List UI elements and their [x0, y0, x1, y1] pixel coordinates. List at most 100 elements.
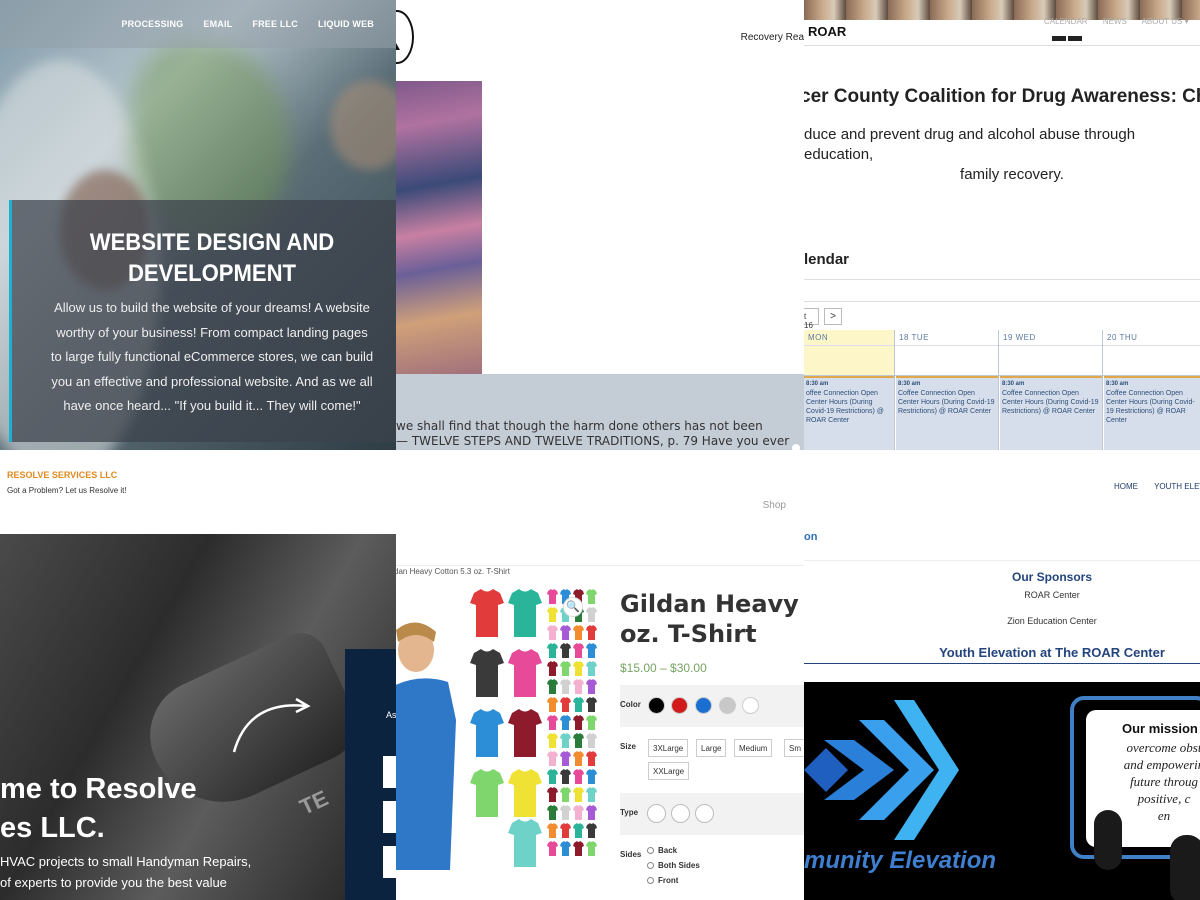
- product-price: $15.00 – $30.00: [620, 661, 707, 675]
- calendar-event[interactable]: 8:30 am Coffee Connection Open Center Ho…: [1000, 376, 1102, 450]
- nav-news[interactable]: NEWS: [1103, 17, 1127, 26]
- panel-web-design: PROCESSING EMAIL FREE LLC LIQUID WEB WEB…: [0, 0, 396, 450]
- nav-free-llc[interactable]: FREE LLC: [252, 19, 298, 29]
- tshirt-swatch-small: [573, 643, 584, 658]
- menu-bars-icon[interactable]: [1052, 28, 1086, 41]
- size-xxlarge[interactable]: XXLarge: [648, 762, 690, 780]
- tshirt-swatch-small: [547, 841, 558, 856]
- type-label: Type: [620, 808, 639, 817]
- tshirt-swatch-small: [547, 733, 558, 748]
- tshirt-swatch-small: [573, 805, 584, 820]
- tshirt-swatch-small: [573, 715, 584, 730]
- tshirt-swatch-small: [586, 787, 597, 802]
- tshirt-swatch-small: [547, 823, 558, 838]
- tshirt-swatch-small: [573, 841, 584, 856]
- nav-liquid-web[interactable]: LIQUID WEB: [318, 19, 374, 29]
- nav-calendar[interactable]: CALENDAR: [1044, 17, 1088, 26]
- tshirt-swatch-small: [573, 751, 584, 766]
- calendar-event[interactable]: 8:30 am offee Connection Open Center Hou…: [804, 376, 894, 450]
- tshirt-swatch-small: [547, 643, 558, 658]
- panel-recovery-site: Recovery Rea we shall find that though t…: [396, 0, 804, 450]
- sides-front-radio[interactable]: Front: [647, 876, 678, 885]
- hand-silhouette: [1094, 810, 1122, 870]
- tshirt-swatch: [508, 589, 542, 637]
- type-tshirt-icon[interactable]: [647, 804, 666, 823]
- calendar-event[interactable]: 8:30 am Coffee Connection Open Center Ho…: [896, 376, 998, 450]
- welcome-heading: me to Resolve es LLC.: [0, 773, 197, 844]
- sides-back-radio[interactable]: Back: [647, 846, 677, 855]
- nav-about[interactable]: ABOUT US ▾: [1142, 17, 1189, 26]
- tshirt-swatch-small: [560, 769, 571, 784]
- type-tank-icon[interactable]: [671, 804, 690, 823]
- page-title: cer County Coalition for Drug Awareness:…: [804, 86, 1200, 107]
- business-name[interactable]: RESOLVE SERVICES LLC: [7, 470, 117, 480]
- sides-label: Sides: [620, 850, 642, 859]
- product-title: Gildan Heavy Co oz. T-Shirt: [620, 590, 804, 648]
- color-swatch-blue[interactable]: [695, 697, 712, 714]
- tshirt-swatch: [470, 769, 504, 817]
- top-nav: PROCESSING EMAIL FREE LLC LIQUID WEB: [0, 0, 396, 48]
- tshirt-swatch-small: [586, 733, 597, 748]
- tshirt-swatch-small: [586, 625, 597, 640]
- tshirt-swatch: [508, 709, 542, 757]
- form-field[interactable]: [383, 756, 396, 788]
- form-label: As: [386, 710, 396, 720]
- nav-email[interactable]: EMAIL: [203, 19, 232, 29]
- tshirt-swatch-small: [586, 643, 597, 658]
- color-swatch-white[interactable]: [742, 697, 759, 714]
- next-week-button[interactable]: >: [824, 308, 842, 325]
- tshirt-swatch-small: [560, 841, 571, 856]
- color-swatch-grey[interactable]: [719, 697, 736, 714]
- nav-youth-elevation[interactable]: YOUTH ELEV: [1154, 482, 1200, 491]
- hand-silhouette: [1170, 835, 1200, 900]
- tagline: Got a Problem? Let us Resolve it!: [7, 486, 127, 495]
- type-longsleeve-icon[interactable]: [695, 804, 714, 823]
- tshirt-swatch-small: [560, 643, 571, 658]
- size-label: Size: [620, 742, 637, 751]
- tshirt-swatch-small: [547, 589, 558, 604]
- panel-resolve-services: RESOLVE SERVICES LLC Got a Problem? Let …: [0, 450, 396, 900]
- tshirt-swatch-small: [547, 607, 558, 622]
- calendar-grid: MON 18 TUE 19 WED 20 THU 8:30 am offee C…: [804, 330, 1200, 450]
- size-medium[interactable]: Medium: [734, 739, 773, 757]
- tshirt-swatch-small: [547, 625, 558, 640]
- tshirt-swatch-small: [586, 697, 597, 712]
- painting-image: [396, 81, 482, 381]
- sides-both-radio[interactable]: Both Sides: [647, 861, 700, 870]
- color-swatch-black[interactable]: [648, 697, 665, 714]
- nav-home[interactable]: HOME: [1114, 482, 1138, 491]
- nav-shop[interactable]: Shop: [763, 500, 786, 511]
- tshirt-swatch-small: [560, 787, 571, 802]
- color-swatch-red[interactable]: [671, 697, 688, 714]
- calendar-event[interactable]: 8:30 am Coffee Connection Open Center Ho…: [1104, 376, 1200, 450]
- tshirt-swatch: [470, 589, 504, 637]
- tshirt-swatch-small: [573, 787, 584, 802]
- tshirt-swatch-small: [586, 769, 597, 784]
- tshirt-swatch-small: [586, 589, 597, 604]
- panel-tshirt-shop: Shop dan Heavy Cotton 5.3 oz. T-Shirt 🔍 …: [396, 450, 804, 900]
- tshirt-swatch-small: [560, 625, 571, 640]
- calendar-heading: lendar: [804, 251, 850, 268]
- site-title-fragment[interactable]: on: [804, 531, 817, 543]
- color-option-row: Color: [620, 685, 804, 727]
- form-field[interactable]: [383, 801, 396, 833]
- form-field[interactable]: [383, 846, 396, 878]
- mission-heading: Our mission: [1122, 721, 1198, 736]
- size-small[interactable]: Sm: [784, 739, 804, 757]
- tshirt-swatch-small: [573, 679, 584, 694]
- tshirt-swatch-small: [547, 769, 558, 784]
- brand-logo[interactable]: ROAR: [808, 24, 846, 39]
- panel-youth-elevation: HOME YOUTH ELEV on Our Sponsors ROAR Cen…: [804, 450, 1200, 900]
- date-picker[interactable]: t 16: [804, 308, 819, 330]
- nav-recovery[interactable]: Recovery Rea: [741, 32, 804, 43]
- size-large[interactable]: Large: [696, 739, 727, 757]
- tshirt-swatch-small: [560, 697, 571, 712]
- tshirt-swatch-small: [573, 625, 584, 640]
- tshirt-swatch-small: [573, 661, 584, 676]
- zoom-icon[interactable]: 🔍: [563, 597, 583, 617]
- hero-title-line2: DEVELOPMENT: [127, 260, 297, 287]
- nav-processing[interactable]: PROCESSING: [121, 19, 183, 29]
- logo-icon[interactable]: [396, 10, 414, 64]
- tshirt-swatch-small: [560, 823, 571, 838]
- size-3xlarge[interactable]: 3XLarge: [648, 739, 689, 757]
